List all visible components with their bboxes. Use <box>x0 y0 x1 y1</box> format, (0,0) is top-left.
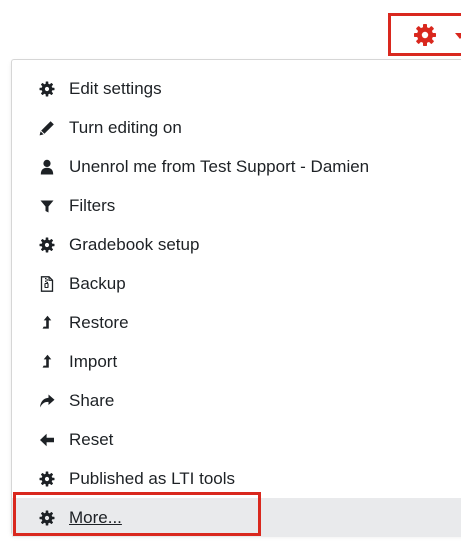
action-menu-toggle[interactable] <box>388 13 461 56</box>
menu-item-label: Gradebook setup <box>69 234 200 254</box>
menu-item-label: Import <box>69 351 118 371</box>
arrow-left-icon <box>39 432 55 448</box>
caret-down-icon <box>455 33 461 39</box>
menu-item-edit-settings[interactable]: Edit settings <box>12 69 461 108</box>
action-menu-dropdown: Edit settings Turn editing on Unenrol me… <box>11 59 461 537</box>
menu-item-filters[interactable]: Filters <box>12 186 461 225</box>
file-archive-icon <box>39 275 55 292</box>
menu-item-label: Reset <box>69 429 114 449</box>
menu-item-label: Turn editing on <box>69 117 182 137</box>
share-icon <box>39 393 55 409</box>
menu-item-label: Edit settings <box>69 78 162 98</box>
menu-item-label: Unenrol me from Test Support - Damien <box>69 156 370 176</box>
menu-item-backup[interactable]: Backup <box>12 264 461 303</box>
menu-item-unenrol[interactable]: Unenrol me from Test Support - Damien <box>12 147 461 186</box>
menu-item-gradebook-setup[interactable]: Gradebook setup <box>12 225 461 264</box>
menu-item-label: Share <box>69 390 115 410</box>
menu-item-share[interactable]: Share <box>12 381 461 420</box>
user-icon <box>39 159 55 175</box>
menu-item-published-as-lti-tools[interactable]: Published as LTI tools <box>12 459 461 498</box>
menu-item-more[interactable]: More... <box>12 498 461 537</box>
page: Edit settings Turn editing on Unenrol me… <box>0 0 461 541</box>
gear-icon <box>39 237 55 253</box>
menu-item-label: Filters <box>69 195 116 215</box>
gear-icon <box>39 81 55 97</box>
menu-item-turn-editing-on[interactable]: Turn editing on <box>12 108 461 147</box>
menu-item-label: Published as LTI tools <box>69 468 235 488</box>
level-up-icon <box>39 354 55 370</box>
menu-item-label: Restore <box>69 312 129 332</box>
gear-icon <box>39 471 55 487</box>
level-up-icon <box>39 315 55 331</box>
gear-icon <box>39 510 55 526</box>
menu-item-restore[interactable]: Restore <box>12 303 461 342</box>
menu-item-label: More... <box>69 507 122 527</box>
gear-icon <box>414 24 436 46</box>
menu-item-label: Backup <box>69 273 126 293</box>
menu-item-import[interactable]: Import <box>12 342 461 381</box>
menu-item-reset[interactable]: Reset <box>12 420 461 459</box>
menu-item-list: Edit settings Turn editing on Unenrol me… <box>12 60 461 537</box>
filter-icon <box>39 198 55 214</box>
pencil-icon <box>39 120 55 136</box>
